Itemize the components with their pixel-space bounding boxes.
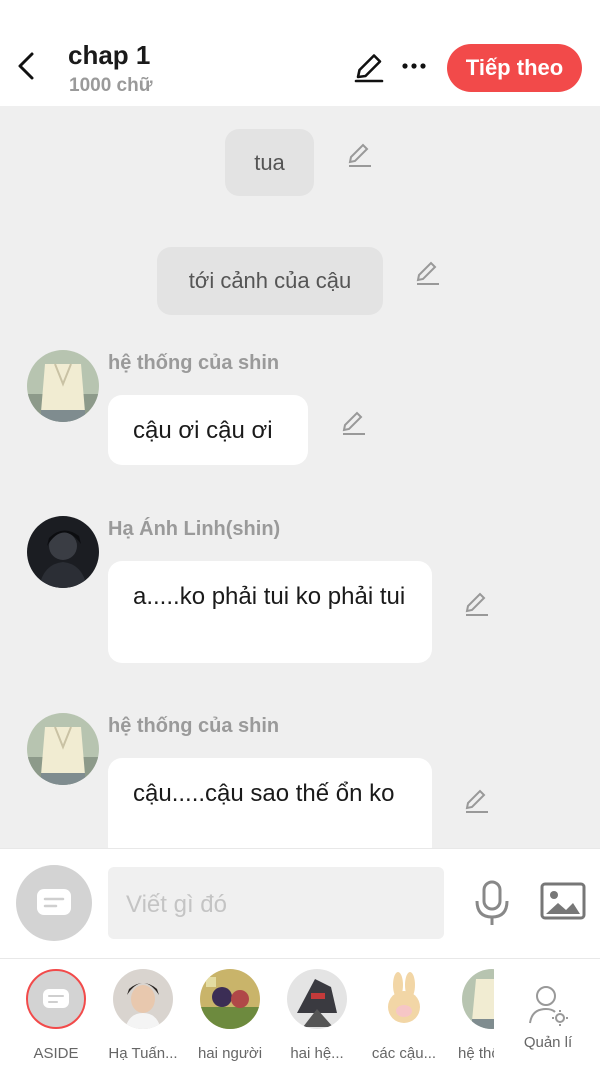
- pencil-icon[interactable]: [462, 588, 492, 618]
- character-label: Hạ Tuấn...: [108, 1045, 178, 1062]
- character-item[interactable]: hai hệ...: [277, 969, 357, 1062]
- more-dots-icon[interactable]: [400, 52, 428, 80]
- character-item[interactable]: hai người: [190, 969, 270, 1062]
- top-bar: chap 1 1000 chữ Tiếp theo: [0, 0, 600, 106]
- pencil-icon[interactable]: [345, 139, 375, 169]
- character-label: các cậu...: [371, 1045, 437, 1062]
- character-bar: ASIDE Hạ Tuấn... hai người hai hệ... các…: [0, 958, 600, 1067]
- narration-bubble[interactable]: tua: [225, 129, 314, 196]
- avatar: [462, 969, 494, 1029]
- word-count: 1000 chữ: [69, 75, 153, 96]
- character-item[interactable]: các cậu...: [364, 969, 444, 1062]
- composer-bar: Viết gì đó: [0, 848, 600, 958]
- next-button[interactable]: Tiếp theo: [447, 44, 582, 92]
- pencil-icon[interactable]: [462, 785, 492, 815]
- chat-bubble-icon: [43, 989, 69, 1008]
- pencil-icon[interactable]: [352, 50, 386, 84]
- message-bubble[interactable]: a.....ko phải tui ko phải tui: [108, 561, 432, 663]
- avatar[interactable]: [27, 516, 99, 588]
- chat-bubble-icon: [37, 889, 71, 915]
- sender-name: hệ thống của shin: [108, 352, 280, 374]
- chapter-title: chap 1: [68, 40, 151, 70]
- character-label: ASIDE: [33, 1045, 79, 1062]
- character-aside[interactable]: ASIDE: [16, 969, 96, 1062]
- avatar[interactable]: [27, 350, 99, 422]
- character-label: hệ thố: [458, 1045, 494, 1062]
- back-arrow-icon[interactable]: [12, 48, 42, 84]
- message-input[interactable]: Viết gì đó: [108, 867, 444, 939]
- message-bubble[interactable]: cậu.....cậu sao thế ổn ko: [108, 758, 432, 848]
- character-label: hai hệ...: [290, 1045, 344, 1062]
- avatar: [200, 969, 260, 1029]
- avatar[interactable]: [27, 713, 99, 785]
- sender-name: Hạ Ánh Linh(shin): [108, 518, 281, 540]
- avatar: [287, 969, 347, 1029]
- user-settings-icon: [529, 986, 568, 1026]
- chat-area[interactable]: tua tới cảnh của cậu hệ thống của shin c…: [0, 106, 600, 848]
- narration-bubble[interactable]: tới cảnh của cậu: [157, 247, 383, 315]
- avatar: [113, 969, 173, 1029]
- pencil-icon[interactable]: [339, 407, 369, 437]
- manage-label: Quản lí: [523, 1034, 573, 1051]
- sender-name: hệ thống của shin: [108, 715, 280, 737]
- aside-toggle-button[interactable]: [16, 865, 92, 941]
- character-item[interactable]: Hạ Tuấn...: [103, 969, 183, 1062]
- aside-avatar: [26, 969, 86, 1029]
- message-bubble[interactable]: cậu ơi cậu ơi: [108, 395, 308, 465]
- character-item[interactable]: hệ thố: [438, 969, 494, 1062]
- avatar: [374, 969, 434, 1029]
- microphone-icon[interactable]: [472, 879, 512, 927]
- character-label: hai người: [197, 1045, 263, 1062]
- image-icon[interactable]: [540, 881, 586, 921]
- manage-characters-button[interactable]: Quản lí: [510, 969, 586, 1051]
- pencil-icon[interactable]: [413, 257, 443, 287]
